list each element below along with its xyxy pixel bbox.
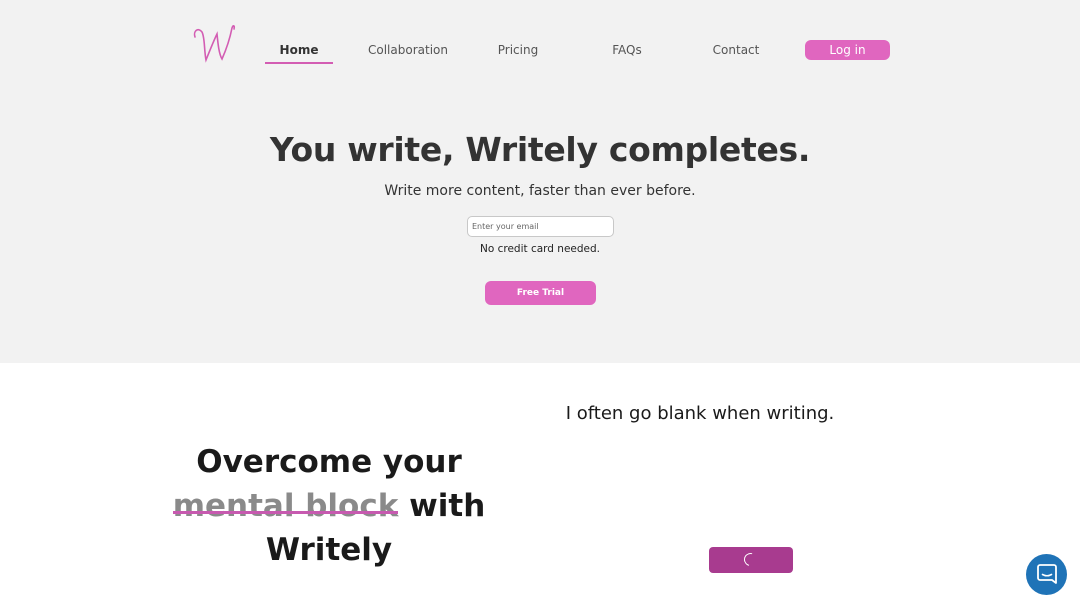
chat-bubble-icon bbox=[1037, 564, 1057, 584]
free-trial-button[interactable]: Free Trial bbox=[485, 281, 596, 305]
loading-button[interactable] bbox=[709, 547, 793, 573]
hero-subtitle: Write more content, faster than ever bef… bbox=[384, 183, 696, 199]
nav-faqs[interactable]: FAQs bbox=[592, 40, 662, 60]
spinner-icon bbox=[741, 550, 760, 569]
no-credit-card-note: No credit card needed. bbox=[479, 243, 601, 255]
writely-logo[interactable] bbox=[192, 22, 238, 64]
nav-home[interactable]: Home bbox=[265, 40, 333, 60]
hero-section: Home Collaboration Pricing FAQs Contact … bbox=[0, 0, 1080, 363]
feature-heading: Overcome your mental block with Writely bbox=[170, 440, 488, 572]
chat-launcher-button[interactable] bbox=[1026, 554, 1067, 595]
feature-with: with bbox=[398, 488, 486, 524]
login-button[interactable]: Log in bbox=[805, 40, 890, 60]
struck-text: mental block bbox=[172, 488, 399, 524]
nav-active-underline bbox=[265, 62, 333, 64]
feature-line-1: Overcome your bbox=[196, 444, 462, 480]
feature-line-2: mental block with bbox=[170, 484, 488, 528]
feature-quote: I often go blank when writing. bbox=[565, 403, 835, 424]
strike-line bbox=[172, 511, 399, 514]
nav-collaboration[interactable]: Collaboration bbox=[358, 40, 458, 60]
email-input[interactable] bbox=[467, 216, 614, 237]
feature-line-3: Writely bbox=[265, 532, 393, 568]
nav-pricing[interactable]: Pricing bbox=[478, 40, 558, 60]
nav-contact[interactable]: Contact bbox=[701, 40, 771, 60]
hero-title: You write, Writely completes. bbox=[269, 130, 811, 169]
